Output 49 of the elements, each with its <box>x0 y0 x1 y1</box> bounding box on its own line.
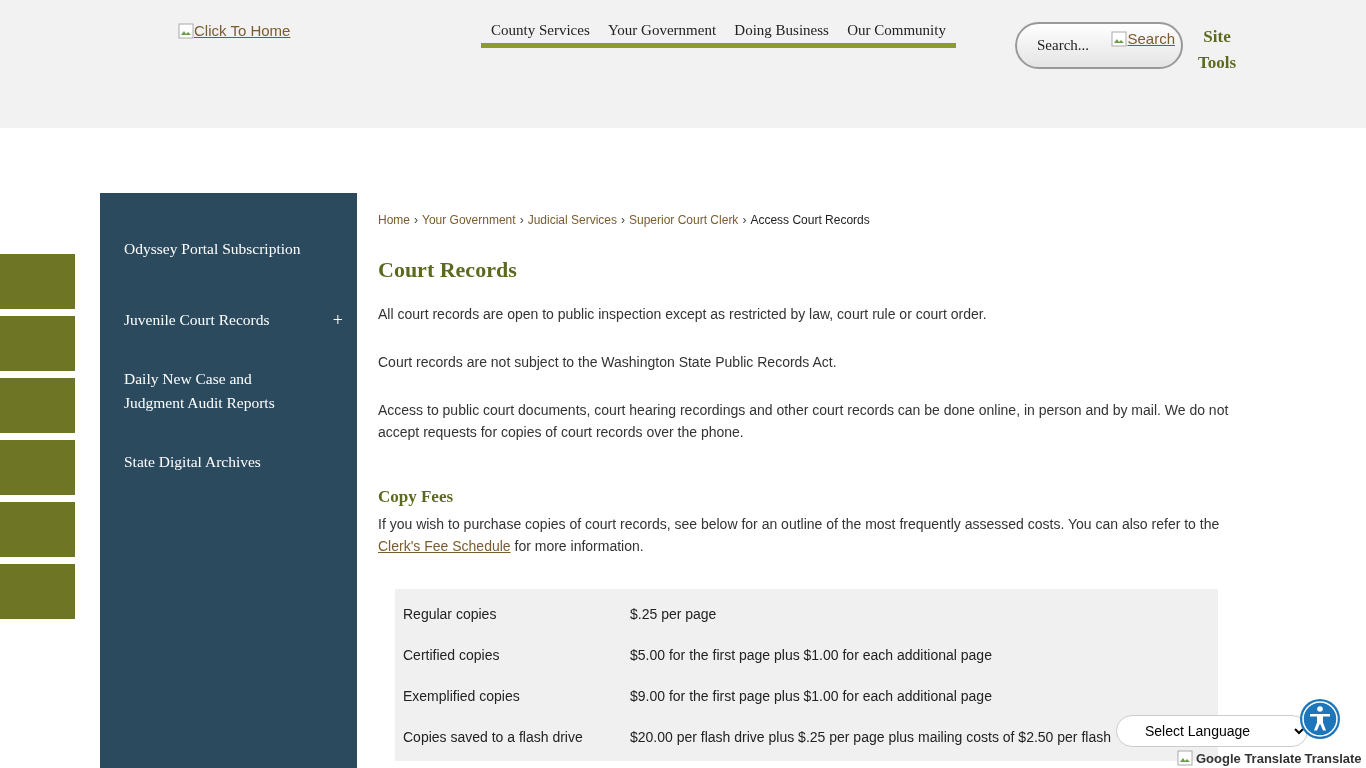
search-button[interactable]: Search <box>1111 30 1175 47</box>
current-page-label: Access Court Records <box>750 213 870 227</box>
table-cell-text: Exemplified copies <box>402 687 521 704</box>
breadcrumb-separator: › <box>742 213 747 227</box>
breadcrumb-link[interactable]: Judicial Services <box>527 213 617 227</box>
table-cell-text: Certified copies <box>402 646 501 663</box>
breadcrumb-separator: › <box>621 213 625 227</box>
nav-link[interactable]: Your Government <box>608 22 717 42</box>
sidebar-item[interactable]: Odyssey Portal Subscription <box>100 213 357 284</box>
paragraph: All court records are open to public inspection except as restricted by law, court rule or court order. <box>378 305 988 324</box>
fee-schedule-link[interactable]: Clerk's Fee Schedule <box>378 538 511 554</box>
translate-link[interactable]: Google Translate Translate <box>1177 750 1362 766</box>
breadcrumb-link[interactable]: Your Government <box>422 213 516 227</box>
nav-link[interactable]: Doing Business <box>734 22 829 42</box>
breadcrumb-link[interactable]: Superior Court Clerk <box>629 213 739 227</box>
side-tile[interactable] <box>0 378 75 433</box>
language-select[interactable]: Select Language <box>1116 715 1308 747</box>
table-cell-text: $.25 per page <box>629 605 717 622</box>
breadcrumb-separator: › <box>519 213 524 227</box>
table-cell-text: Copies saved to a flash drive <box>402 728 584 745</box>
side-tile[interactable] <box>0 316 75 371</box>
sidebar-item[interactable]: State Digital Archives <box>100 426 357 497</box>
breadcrumb-separator: › <box>414 213 418 227</box>
accessibility-icon[interactable] <box>1299 698 1341 740</box>
search-field[interactable]: Search... Search <box>1015 22 1183 69</box>
home-logo-link[interactable]: Click To Home <box>178 22 481 39</box>
breadcrumb-link[interactable]: Home <box>378 213 410 227</box>
paragraph: Access to public court documents, court hearing recordings and other court records can be done online, in person and by mail. We do not accept requests for copies of court records over the phone. <box>378 401 1230 442</box>
table-cell-text: $20.00 per flash drive plus $.25 per page plus mailing costs of $2.50 per flash <box>629 728 1111 745</box>
broken-image-icon <box>1177 750 1193 766</box>
table-cell-text: Regular copies <box>402 605 498 622</box>
table-cell-text: $5.00 for the first page plus $1.00 for each additional page <box>629 646 992 663</box>
site-tools-link[interactable]: Site Tools <box>1197 24 1237 76</box>
sidebar-item[interactable]: Daily New Case and Judgment Audit Reports <box>100 355 357 426</box>
side-tile[interactable] <box>0 502 75 557</box>
paragraph: If you wish to purchase copies of court records, see below for an outline of the most frequently assessed costs. You can also refer to the Clerk's Fee Schedule for more information. <box>378 515 1221 556</box>
sidebar-item[interactable]: Juvenile Court Records + <box>100 284 357 355</box>
table-cell-text: $9.00 for the first page plus $1.00 for each additional page <box>629 687 992 704</box>
section-heading: Copy Fees <box>378 487 455 507</box>
paragraph: Court records are not subject to the Washington State Public Records Act. <box>378 353 838 372</box>
side-tile[interactable] <box>0 254 75 309</box>
page-title: Court Records <box>378 257 518 283</box>
side-tile[interactable] <box>0 564 75 619</box>
nav-link[interactable]: County Services <box>491 22 590 42</box>
side-tile[interactable] <box>0 440 75 495</box>
nav-link[interactable]: Our Community <box>847 22 946 42</box>
broken-image-icon <box>178 22 194 39</box>
expand-toggle[interactable]: + <box>332 307 343 332</box>
broken-image-icon <box>1111 30 1128 47</box>
